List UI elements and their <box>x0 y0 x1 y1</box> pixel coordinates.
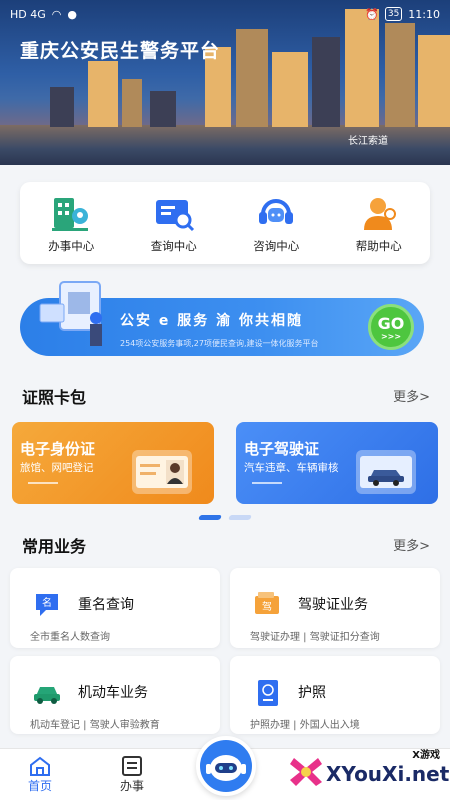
service-desc: 机动车登记 | 驾驶人审验教育 <box>30 720 160 731</box>
service-name: 驾驶证业务 <box>298 597 368 613</box>
tab-work[interactable]: 办事 <box>120 755 144 794</box>
service-card-driver-license[interactable]: 驾 驾驶证业务 驾驶证办理 | 驾驶证扣分查询 <box>230 568 440 648</box>
service-desc: 驾驶证办理 | 驾驶证扣分查询 <box>250 632 380 643</box>
service-card-passport[interactable]: 护照 护照办理 | 外国人出入境 <box>230 656 440 734</box>
headset-icon <box>259 199 294 224</box>
home-icon <box>30 756 50 776</box>
driver-license-subtitle: 汽车违章、车辆审核 <box>244 462 339 474</box>
tab-work-label: 办事 <box>120 779 145 793</box>
quick-item-service-center[interactable]: 办事中心 <box>20 182 123 264</box>
quick-item-label: 办事中心 <box>48 239 95 253</box>
tab-home[interactable]: 首页 <box>28 755 52 794</box>
wifi-icon: ◠ <box>51 7 62 21</box>
go-arrows: >>> <box>380 331 402 341</box>
name-query-icon: 名 <box>36 594 58 616</box>
carousel-dot <box>228 515 252 520</box>
go-label: GO <box>377 313 405 333</box>
driver-license-icon: 驾 <box>255 592 279 614</box>
service-desc: 护照办理 | 外国人出入境 <box>250 720 360 731</box>
watermark-tag: X游戏 <box>412 750 440 761</box>
car-icon <box>34 687 60 704</box>
alarm-icon: ⏰ <box>365 7 379 21</box>
id-card-tile[interactable]: 电子身份证 旅馆、网吧登记 <box>12 422 214 504</box>
go-button[interactable]: GO >>> <box>368 304 414 350</box>
assistant-robot-button[interactable] <box>196 736 256 796</box>
gamepad-logo-icon <box>290 758 322 786</box>
document-icon <box>122 756 142 776</box>
photo-caption: 长江索道 <box>348 136 388 147</box>
car-card-icon <box>356 450 416 494</box>
id-card-subtitle: 旅馆、网吧登记 <box>20 462 94 474</box>
svg-text:名: 名 <box>42 596 52 609</box>
platform-title: 重庆公安民生警务平台 <box>20 40 221 62</box>
notification-icon: ● <box>67 7 77 21</box>
license-section-title: 证照卡包 <box>22 388 87 407</box>
quick-item-label: 查询中心 <box>150 239 197 253</box>
business-more-link[interactable]: 更多> <box>393 535 430 554</box>
id-card-title: 电子身份证 <box>20 440 96 458</box>
tab-home-label: 首页 <box>28 779 53 793</box>
svg-text:驾: 驾 <box>262 601 272 613</box>
quick-item-label: 帮助中心 <box>355 239 402 253</box>
carousel-indicator <box>198 515 252 520</box>
promo-subtitle: 254项公安服务事项,27项便民查询,建设一体化服务平台 <box>120 339 319 348</box>
watermark-site: XYouXi.net <box>326 762 450 786</box>
quick-item-query-center[interactable]: 查询中心 <box>123 182 226 264</box>
driver-license-title: 电子驾驶证 <box>244 440 320 458</box>
service-name: 护照 <box>298 685 326 701</box>
passport-icon <box>258 680 278 706</box>
divider <box>252 482 282 484</box>
building-pin-icon <box>52 198 89 231</box>
promo-slogan: 公安 e 服务 渝 你共相随 <box>120 313 303 329</box>
quick-item-consult-center[interactable]: 咨询中心 <box>225 182 328 264</box>
quick-menu: 办事中心 查询中心 咨询中心 帮助中心 <box>20 182 430 264</box>
license-more-link[interactable]: 更多> <box>393 386 430 405</box>
divider <box>28 482 58 484</box>
hero-banner: HD 4G ◠ ● ⏰ 35 11:10 重庆公安民生警务平台 长江索道 <box>0 0 450 165</box>
carousel-dot-active <box>198 515 222 520</box>
service-name: 机动车业务 <box>78 685 148 701</box>
service-desc: 全市重名人数查询 <box>30 632 110 643</box>
business-section-title: 常用业务 <box>22 537 87 556</box>
site-watermark: X游戏 XYouXi.net <box>282 744 450 800</box>
robot-icon <box>206 755 246 781</box>
driver-license-tile[interactable]: 电子驾驶证 汽车违章、车辆审核 <box>236 422 438 504</box>
person-help-icon <box>363 198 396 230</box>
promo-illustration-icon <box>39 281 102 346</box>
status-bar: HD 4G ◠ ● ⏰ 35 11:10 <box>0 0 450 28</box>
clock: 11:10 <box>408 7 440 21</box>
id-card-icon <box>132 450 192 494</box>
id-card-search-icon <box>155 200 194 232</box>
quick-item-label: 咨询中心 <box>253 239 300 253</box>
battery-icon: 35 <box>384 7 403 21</box>
service-card-vehicle[interactable]: 机动车业务 机动车登记 | 驾驶人审验教育 <box>10 656 220 734</box>
service-card-name-query[interactable]: 名 重名查询 全市重名人数查询 <box>10 568 220 648</box>
quick-item-help-center[interactable]: 帮助中心 <box>328 182 431 264</box>
signal-text: HD 4G <box>10 7 46 21</box>
service-name: 重名查询 <box>78 597 134 613</box>
